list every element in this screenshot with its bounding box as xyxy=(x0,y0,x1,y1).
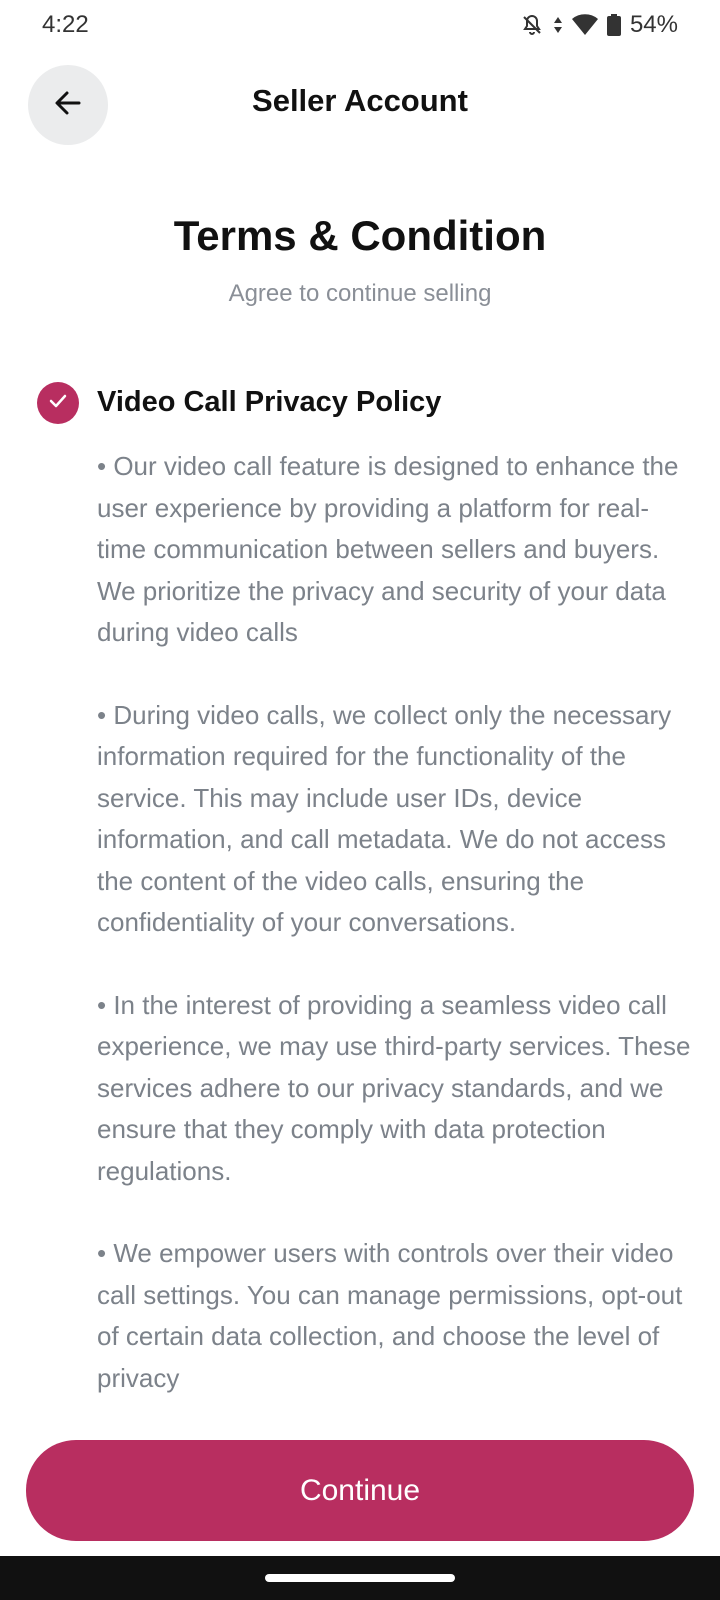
header: Seller Account xyxy=(0,65,720,145)
battery-level: 54% xyxy=(629,11,678,38)
page-title: Terms & Condition xyxy=(173,212,547,259)
check-icon xyxy=(47,390,69,417)
policy-paragraph: • Our video call feature is designed to … xyxy=(97,451,679,647)
policy-section: Video Call Privacy Policy • Our video ca… xyxy=(0,382,720,1422)
policy-body[interactable]: • Our video call feature is designed to … xyxy=(97,446,697,1416)
policy-paragraph: • We empower users with controls over th… xyxy=(97,1238,683,1393)
policy-header: Video Call Privacy Policy xyxy=(0,382,720,428)
home-handle[interactable] xyxy=(265,1574,455,1582)
status-bar: 4:22 54% xyxy=(0,0,720,50)
status-time: 4:22 xyxy=(42,11,89,38)
battery-icon xyxy=(606,13,622,37)
policy-title: Video Call Privacy Policy xyxy=(97,386,442,418)
policy-checkbox[interactable] xyxy=(37,382,79,424)
policy-paragraph: • During video calls, we collect only th… xyxy=(97,699,672,938)
bell-off-icon xyxy=(520,13,544,37)
wifi-icon xyxy=(571,14,598,36)
page-subtitle: Agree to continue selling xyxy=(228,280,492,307)
navigation-bar xyxy=(0,1556,720,1600)
scroll-fade xyxy=(0,1395,720,1425)
continue-button[interactable]: Continue xyxy=(26,1440,694,1541)
screen: 4:22 54% Seller Account Terms & Conditio… xyxy=(0,0,720,1600)
policy-paragraph: • In the interest of providing a seamles… xyxy=(97,989,691,1186)
header-title: Seller Account xyxy=(252,83,468,118)
data-arrows-icon xyxy=(552,13,564,37)
status-icons: 54% xyxy=(520,11,678,39)
